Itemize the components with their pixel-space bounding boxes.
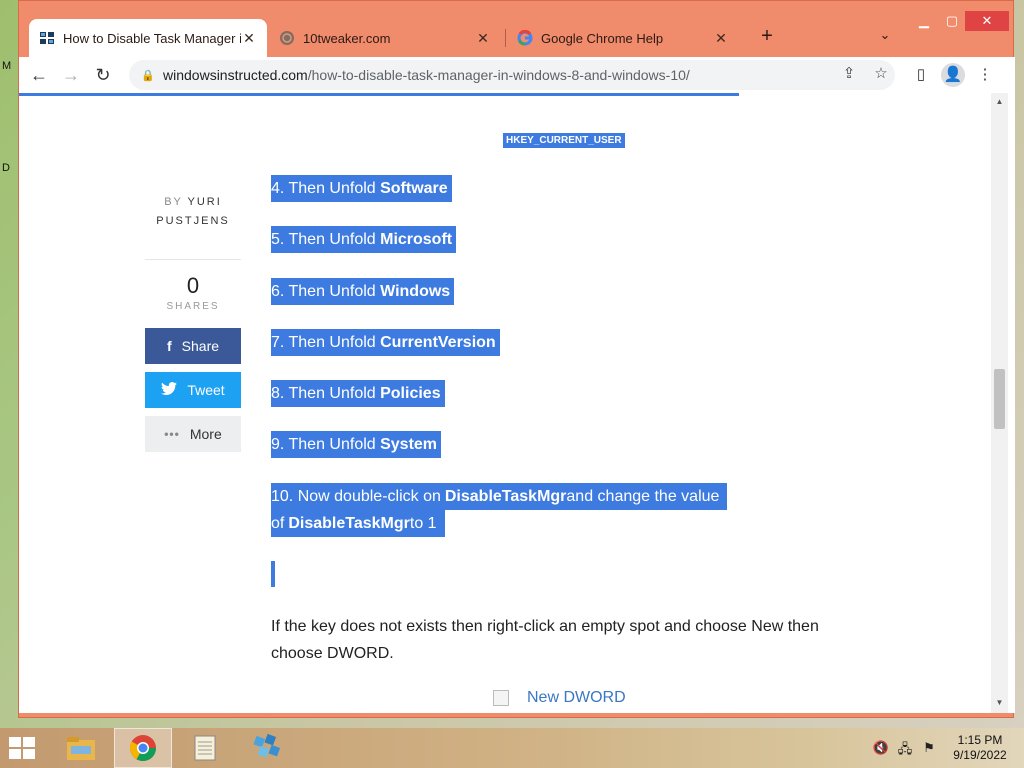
tab-title: How to Disable Task Manager in [63,30,241,46]
new-tab-button[interactable]: + [755,25,779,49]
page-viewport: HKEY_CURRENT_USER BY YURI PUSTJENS 0 SHA… [19,93,1015,713]
twitter-tweet-label: Tweet [187,382,225,398]
bookmark-star-icon[interactable]: ☆ [871,64,891,84]
author-byline: BY YURI PUSTJENS [145,193,241,231]
taskbar: 🔇 🖧 ⚑ 1:15 PM 9/19/2022 [0,728,1024,768]
close-tab-icon[interactable]: ✕ [475,30,491,47]
twitter-bird-icon [161,381,178,399]
image-alt-text: New DWORD [527,689,626,706]
share-page-icon[interactable]: ⇪ [839,64,859,84]
chrome-taskbar-icon[interactable] [114,728,172,768]
tab-google-chrome-help[interactable]: Google Chrome Help ✕ [507,19,739,57]
scroll-thumb[interactable] [994,369,1005,429]
desktop-edge-letter: M [2,60,12,72]
clock-time: 1:15 PM [957,733,1003,747]
step-item: 5. Then Unfold Microsoft [271,226,457,253]
network-icon[interactable]: 🖧 [896,740,914,756]
back-arrow-icon[interactable]: ← [27,63,51,87]
profile-avatar-icon[interactable]: 👤 [941,63,965,87]
file-explorer-icon[interactable] [52,728,110,768]
tab-search-chevron-icon[interactable]: ⌄ [875,27,895,47]
tab-separator [505,29,506,47]
reading-progress-bar [19,93,739,96]
step-item: 9. Then Unfold System [271,431,442,458]
broken-image-icon [493,690,509,706]
registry-editor-icon[interactable] [238,728,296,768]
tab-strip: How to Disable Task Manager in ✕ 10tweak… [19,1,1015,57]
more-share-label: More [189,426,222,442]
address-bar[interactable]: 🔒 windowsinstructed.com/how-to-disable-t… [129,60,895,90]
url-host: windowsinstructed.com [163,67,308,83]
tab-title: Google Chrome Help [541,30,664,46]
clock-date: 9/19/2022 [953,748,1007,762]
step-10-line-1: 10. Now double-click on DisableTaskMgr a… [271,483,728,510]
author-by-label: BY [164,196,183,208]
windows-start-icon[interactable] [8,735,38,761]
globe-icon [279,30,295,46]
twitter-tweet-button[interactable]: Tweet [145,372,241,408]
step-item: 8. Then Unfold Policies [271,380,445,407]
step-item: 6. Then Unfold Windows [271,278,455,305]
step-item: 4. Then Unfold Software [271,175,452,202]
reload-icon[interactable]: ↻ [91,63,115,87]
body-paragraph: If the key does not exists then right-cl… [271,618,819,662]
site-favicon-icon [39,30,55,46]
ellipsis-icon: ••• [164,427,180,441]
selected-empty-line [271,561,275,587]
step-item: 7. Then Unfold CurrentVersion [271,329,500,356]
facebook-share-label: Share [181,338,220,354]
google-icon [517,30,533,46]
close-tab-icon[interactable]: ✕ [241,30,257,47]
system-clock[interactable]: 1:15 PM 9/19/2022 [944,733,1016,763]
volume-muted-icon[interactable]: 🔇 [872,740,890,756]
tab-10tweaker[interactable]: 10tweaker.com ✕ [269,19,501,57]
broken-image: New DWORD [493,689,626,707]
close-tab-icon[interactable]: ✕ [713,30,729,47]
scroll-up-arrow-icon[interactable]: ▲ [991,95,1008,109]
notepad-icon[interactable] [176,728,234,768]
minimize-button[interactable]: ▁ [909,11,939,31]
scroll-down-arrow-icon[interactable]: ▼ [991,696,1008,710]
facebook-icon: f [166,338,172,354]
action-center-flag-icon[interactable]: ⚑ [920,740,938,756]
browser-toolbar: ← → ↻ 🔒 windowsinstructed.com/how-to-dis… [19,57,1015,93]
share-count-label: SHARES [166,301,220,312]
close-window-button[interactable]: ✕ [965,11,1009,31]
registry-key-label: HKEY_CURRENT_USER [503,133,625,148]
tab-how-to-disable[interactable]: How to Disable Task Manager in ✕ [29,19,267,57]
chrome-window: How to Disable Task Manager in ✕ 10tweak… [18,0,1015,718]
vertical-scrollbar[interactable]: ▲ ▼ [991,93,1008,713]
desktop-edge-letter: D [2,162,10,174]
url-path: /how-to-disable-task-manager-in-windows-… [307,67,690,83]
maximize-button[interactable]: ▢ [937,11,967,31]
lock-icon: 🔒 [141,69,155,82]
kebab-menu-icon[interactable]: ⋮ [973,63,997,87]
side-panel-icon[interactable]: ▯ [909,63,933,87]
tab-title: 10tweaker.com [303,30,391,46]
divider [145,259,241,260]
more-share-button[interactable]: ••• More [145,416,241,452]
facebook-share-button[interactable]: f Share [145,328,241,364]
forward-arrow-icon[interactable]: → [59,63,83,87]
step-10-line-2: of DisableTaskMgr to 1 [271,510,445,537]
share-count: 0 [186,273,200,298]
step-10: 10. Now double-click on DisableTaskMgr a… [271,483,728,537]
